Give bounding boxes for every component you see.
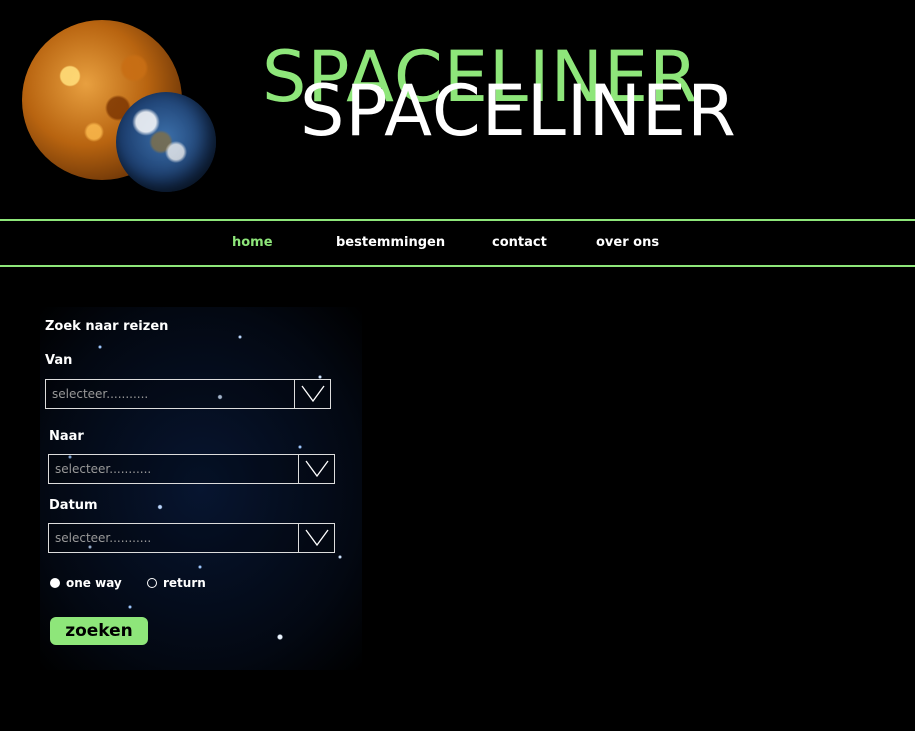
chevron-down-icon <box>305 460 329 478</box>
planets-illustration <box>20 16 220 196</box>
date-select[interactable]: selecteer........... <box>48 523 335 553</box>
nav-over-ons[interactable]: over ons <box>596 235 659 250</box>
date-select-value: selecteer........... <box>55 531 152 545</box>
from-select[interactable]: selecteer........... <box>45 379 331 409</box>
nav-bestemmingen[interactable]: bestemmingen <box>336 235 445 250</box>
date-dropdown-button[interactable] <box>298 524 334 552</box>
logo-text-white: SPACELINER <box>300 70 737 152</box>
to-dropdown-button[interactable] <box>298 455 334 483</box>
earth-image <box>116 92 216 192</box>
main-nav: home bestemmingen contact over ons <box>0 219 915 267</box>
chevron-down-icon <box>301 385 325 403</box>
to-label: Naar <box>49 429 84 444</box>
search-button[interactable]: zoeken <box>50 617 148 645</box>
search-panel: Zoek naar reizen Van selecteer..........… <box>40 307 362 670</box>
radio-unchecked-icon[interactable] <box>147 578 157 588</box>
from-label: Van <box>45 353 73 368</box>
from-select-value: selecteer........... <box>52 387 149 401</box>
radio-one-way[interactable]: one way <box>50 576 122 590</box>
nav-home[interactable]: home <box>232 235 273 250</box>
site-header: SPACELINER SPACELINER <box>0 0 915 219</box>
chevron-down-icon <box>305 529 329 547</box>
to-select-value: selecteer........... <box>55 462 152 476</box>
date-label: Datum <box>49 498 98 513</box>
search-title: Zoek naar reizen <box>45 319 169 334</box>
radio-checked-icon[interactable] <box>50 578 60 588</box>
to-select[interactable]: selecteer........... <box>48 454 335 484</box>
radio-return-label: return <box>163 576 206 590</box>
nav-contact[interactable]: contact <box>492 235 547 250</box>
from-dropdown-button[interactable] <box>294 380 330 408</box>
radio-one-way-label: one way <box>66 576 122 590</box>
radio-return[interactable]: return <box>147 576 206 590</box>
